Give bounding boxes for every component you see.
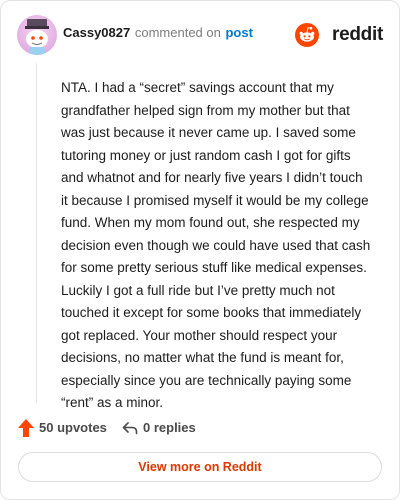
thread-line [36,63,37,403]
reddit-wordmark: reddit [332,24,383,45]
comment-body: NTA. I had a “secret” savings account th… [61,80,371,410]
avatar-snoo-icon [25,19,49,55]
avatar[interactable] [17,15,57,55]
reddit-brand[interactable]: reddit [295,23,383,47]
upvote-arrow-icon[interactable] [18,419,34,437]
reply-arrow-icon[interactable] [122,420,138,436]
comment-header: Cassy0827 commented on post reddit [17,13,383,57]
view-more-on-reddit-button[interactable]: View more on Reddit [18,452,382,482]
comment-actions: 50 upvotes 0 replies [18,417,383,439]
post-link[interactable]: post [225,25,252,40]
upvote-count: 50 upvotes [39,420,107,435]
reddit-snoo-icon [295,23,319,47]
reply-count: 0 replies [143,420,196,435]
byline: Cassy0827 commented on post [63,25,253,40]
username[interactable]: Cassy0827 [63,25,130,40]
reddit-comment-card: Cassy0827 commented on post reddit NTA. … [0,0,400,500]
commented-on-text: commented on [134,25,221,40]
